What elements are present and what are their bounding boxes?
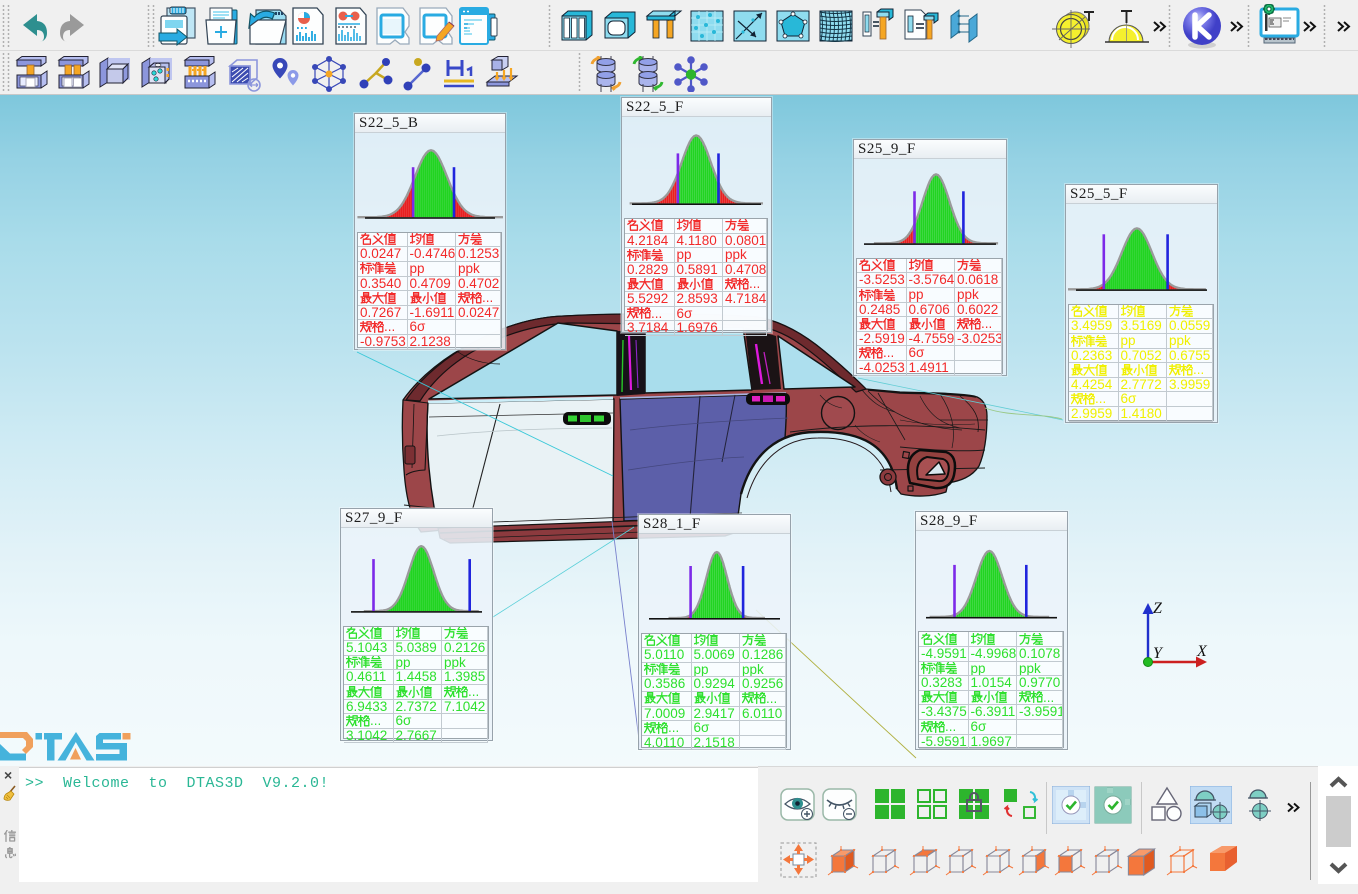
svg-text:Y: Y bbox=[1153, 645, 1164, 662]
svg-text:Z: Z bbox=[1153, 600, 1163, 617]
svg-text:X: X bbox=[1196, 643, 1208, 660]
